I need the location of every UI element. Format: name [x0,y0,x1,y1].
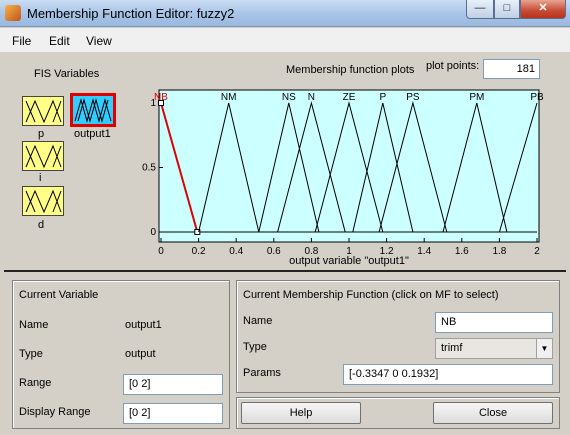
x-tick-label: 0.4 [229,246,243,257]
cv-name-value: output1 [125,319,162,331]
range-input[interactable]: [0 2] [123,374,223,395]
membership-function-plot[interactable]: NB NM NS N ZE P PS PM PB 0 0.2 0.4 0.6 0.8 1 1.2 1.4 1.6… [4,52,566,268]
cv-display-range-label: Display Range [19,406,91,418]
y-tick-label: 1 [150,98,156,109]
button-panel: Help Close [236,397,560,429]
x-tick-label: 0.2 [192,246,206,257]
matlab-icon [5,5,21,21]
x-tick-label: 1.8 [492,246,506,257]
mf-label-ze: ZE [343,92,356,103]
x-tick-label: 1.6 [455,246,469,257]
close-window-button[interactable]: ✕ [520,0,566,19]
maximize-button[interactable]: □ [494,0,520,19]
current-variable-panel: Current Variable Name output1 Type outpu… [12,280,230,429]
title-bar: Membership Function Editor: fuzzy2 — □ ✕ [0,0,570,27]
mf-type-select[interactable]: trimf ▼ [435,338,553,359]
x-tick-label: 1.4 [417,246,431,257]
x-tick-label: 0 [158,246,164,257]
x-tick-label: 2 [534,246,540,257]
plot-background [158,89,540,243]
window-title: Membership Function Editor: fuzzy2 [27,6,235,21]
mf-name-input[interactable]: NB [435,312,553,333]
cv-range-label: Range [19,377,52,389]
mf-label-nm: NM [221,92,237,103]
menu-edit[interactable]: Edit [49,34,70,48]
mf-params-input[interactable]: [-0.3347 0 0.1932] [343,364,553,385]
cv-name-label: Name [19,319,49,331]
properties-area: Current Variable Name output1 Type outpu… [4,270,566,435]
mf-label-n: N [308,92,315,103]
mf-label-pm: PM [469,92,484,103]
current-mf-title: Current Membership Function (click on MF… [243,289,499,301]
cv-type-value: output [125,348,156,360]
help-button[interactable]: Help [241,402,361,424]
y-tick-label: 0 [150,227,156,238]
menu-bar: File Edit View [0,28,570,52]
minimize-button[interactable]: — [466,0,494,19]
mf-name-label: Name [243,315,273,327]
current-mf-panel: Current Membership Function (click on MF… [236,280,560,393]
mf-type-label: Type [243,341,267,353]
chevron-down-icon[interactable]: ▼ [536,339,552,358]
mf-label-p: P [380,92,387,103]
mf-type-value: trimf [441,342,463,354]
y-tick-label: 0.5 [142,163,156,174]
x-axis-label: output variable "output1" [289,255,409,267]
menu-view[interactable]: View [86,34,112,48]
current-variable-title: Current Variable [19,289,99,301]
mf-label-ns: NS [282,92,296,103]
cv-type-label: Type [19,348,43,360]
mf-params-label: Params [243,367,281,379]
display-range-input[interactable]: [0 2] [123,403,223,424]
mf-label-pb: PB [530,92,544,103]
x-tick-label: 0.6 [267,246,281,257]
menu-file[interactable]: File [12,34,31,48]
mf-label-nb: NB [154,92,168,103]
close-button[interactable]: Close [433,402,553,424]
plot-area: FIS Variables p output1 i d Membership f… [4,52,566,268]
mf-label-ps: PS [406,92,420,103]
